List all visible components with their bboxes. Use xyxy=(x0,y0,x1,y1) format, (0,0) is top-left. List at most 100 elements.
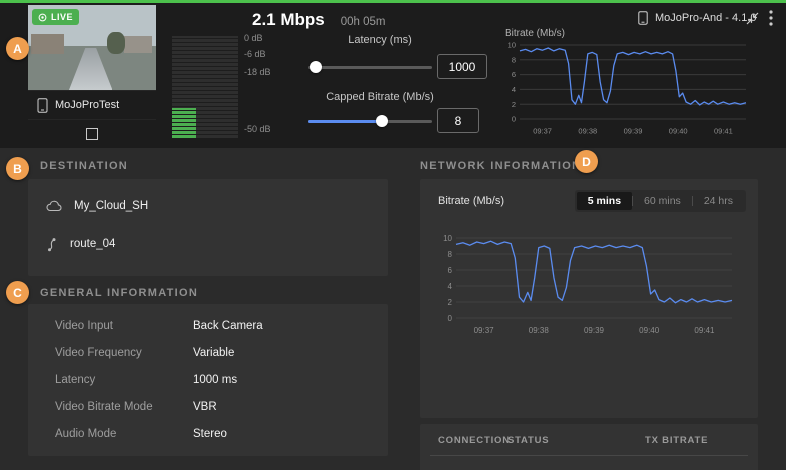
destination-panel: My_Cloud_SH route_04 xyxy=(28,179,388,276)
network-bitrate-chart: 108642009:3709:3809:3909:4009:41 xyxy=(432,225,746,355)
svg-text:6: 6 xyxy=(512,70,516,79)
svg-text:09:37: 09:37 xyxy=(474,326,495,335)
meter-scale-label: -18 dB xyxy=(244,67,271,77)
device-select-row xyxy=(28,120,156,147)
destination-item-cloud[interactable]: My_Cloud_SH xyxy=(46,191,388,221)
latency-slider[interactable] xyxy=(308,61,432,73)
info-row: Latency 1000 ms xyxy=(28,366,388,393)
app-version-info: MoJoPro-And - 4.1.0 xyxy=(638,11,757,25)
audio-level-meter xyxy=(172,36,238,138)
svg-text:09:39: 09:39 xyxy=(624,127,643,136)
annotation-badge-b: B xyxy=(6,157,29,180)
svg-text:8: 8 xyxy=(512,55,516,64)
capped-bitrate-slider[interactable] xyxy=(308,115,432,127)
svg-text:09:39: 09:39 xyxy=(584,326,605,335)
info-value: Stereo xyxy=(193,428,227,440)
svg-text:0: 0 xyxy=(448,314,453,323)
info-label: Video Bitrate Mode xyxy=(28,401,193,413)
collapse-button[interactable] xyxy=(744,10,760,26)
info-row: Video Bitrate Mode VBR xyxy=(28,393,388,420)
live-badge-label: LIVE xyxy=(51,12,73,22)
meter-scale-label: -6 dB xyxy=(244,49,266,59)
svg-text:8: 8 xyxy=(448,250,453,259)
capped-bitrate-slider-fill xyxy=(308,120,382,123)
app-version-label: MoJoPro-And - 4.1.0 xyxy=(655,12,757,24)
annotation-badge-c: C xyxy=(6,281,29,304)
meter-scale-label: -50 dB xyxy=(244,124,271,134)
record-icon xyxy=(38,13,47,22)
capped-bitrate-label: Capped Bitrate (Mb/s) xyxy=(300,91,460,103)
svg-text:09:41: 09:41 xyxy=(714,127,733,136)
header-chart-title: Bitrate (Mb/s) xyxy=(505,28,565,39)
general-section-title: GENERAL INFORMATION xyxy=(40,287,198,299)
info-label: Video Frequency xyxy=(28,347,193,359)
info-label: Latency xyxy=(28,374,193,386)
device-name: MoJoProTest xyxy=(55,99,119,111)
latency-slider-track[interactable] xyxy=(308,66,432,69)
network-info-panel: Bitrate (Mb/s) 5 mins 60 mins 24 hrs 108… xyxy=(420,179,758,418)
svg-text:4: 4 xyxy=(448,282,453,291)
kebab-menu-icon xyxy=(769,10,773,26)
phone-icon xyxy=(638,11,648,25)
svg-text:2: 2 xyxy=(448,298,453,307)
svg-text:0: 0 xyxy=(512,115,516,124)
phone-icon xyxy=(37,98,48,113)
annotation-badge-a: A xyxy=(6,37,29,60)
annotation-badge-d: D xyxy=(575,150,598,173)
svg-text:09:40: 09:40 xyxy=(639,326,660,335)
info-value: Variable xyxy=(193,347,234,359)
latency-label: Latency (ms) xyxy=(300,34,460,46)
live-badge: LIVE xyxy=(32,9,79,25)
info-label: Video Input xyxy=(28,320,193,332)
svg-text:09:37: 09:37 xyxy=(533,127,552,136)
info-label: Audio Mode xyxy=(28,428,193,440)
network-chart-title: Bitrate (Mb/s) xyxy=(438,195,504,207)
svg-text:6: 6 xyxy=(448,266,453,275)
table-header-status: STATUS xyxy=(508,435,549,446)
general-info-panel: Video Input Back Camera Video Frequency … xyxy=(28,304,388,456)
info-value: VBR xyxy=(193,401,217,413)
destination-section-title: DESTINATION xyxy=(40,160,128,172)
svg-text:10: 10 xyxy=(508,41,516,50)
table-header-tx-bitrate: TX BITRATE xyxy=(645,435,708,446)
meter-scale-label: 0 dB xyxy=(244,33,263,43)
tab-24-hrs[interactable]: 24 hrs xyxy=(693,192,744,210)
destination-item-label: My_Cloud_SH xyxy=(74,200,148,212)
device-row[interactable]: MoJoProTest xyxy=(28,90,156,120)
device-checkbox[interactable] xyxy=(86,128,98,140)
tab-5-mins[interactable]: 5 mins xyxy=(577,192,632,210)
svg-text:4: 4 xyxy=(512,85,516,94)
overflow-menu-button[interactable] xyxy=(764,9,778,27)
latency-slider-handle[interactable] xyxy=(310,61,322,73)
cloud-icon xyxy=(46,200,62,212)
svg-text:09:38: 09:38 xyxy=(529,326,550,335)
route-icon xyxy=(46,237,58,252)
latency-value-box[interactable]: 1000 xyxy=(437,54,487,79)
capped-bitrate-value-box[interactable]: 8 xyxy=(437,108,479,133)
connections-table: CONNECTION STATUS TX BITRATE xyxy=(420,424,758,470)
destination-item-label: route_04 xyxy=(70,238,115,250)
current-bitrate: 2.1 Mbps 00h 05m xyxy=(252,10,386,30)
network-section-title: NETWORK INFORMATION xyxy=(420,160,581,172)
app-window: LIVE MoJoProTest 0 dB -6 dB -18 dB -50 d… xyxy=(0,0,786,470)
svg-text:09:41: 09:41 xyxy=(694,326,715,335)
info-row: Audio Mode Stereo xyxy=(28,420,388,447)
svg-text:2: 2 xyxy=(512,100,516,109)
video-thumbnail[interactable]: LIVE xyxy=(28,5,156,90)
info-value: Back Camera xyxy=(193,320,263,332)
thumbnail-tree xyxy=(107,32,125,54)
capped-bitrate-slider-handle[interactable] xyxy=(376,115,388,127)
info-value: 1000 ms xyxy=(193,374,237,386)
table-header-connection: CONNECTION xyxy=(438,435,510,446)
tab-60-mins[interactable]: 60 mins xyxy=(633,192,692,210)
svg-text:09:38: 09:38 xyxy=(578,127,597,136)
info-row: Video Frequency Variable xyxy=(28,339,388,366)
collapse-icon xyxy=(746,12,759,25)
stream-header: LIVE MoJoProTest 0 dB -6 dB -18 dB -50 d… xyxy=(0,3,786,148)
stream-duration: 00h 05m xyxy=(341,16,386,28)
thumbnail-house xyxy=(31,34,64,54)
destination-item-route[interactable]: route_04 xyxy=(46,229,388,259)
table-divider xyxy=(430,455,748,456)
svg-text:09:40: 09:40 xyxy=(669,127,688,136)
bitrate-value: 2.1 Mbps xyxy=(252,10,325,30)
